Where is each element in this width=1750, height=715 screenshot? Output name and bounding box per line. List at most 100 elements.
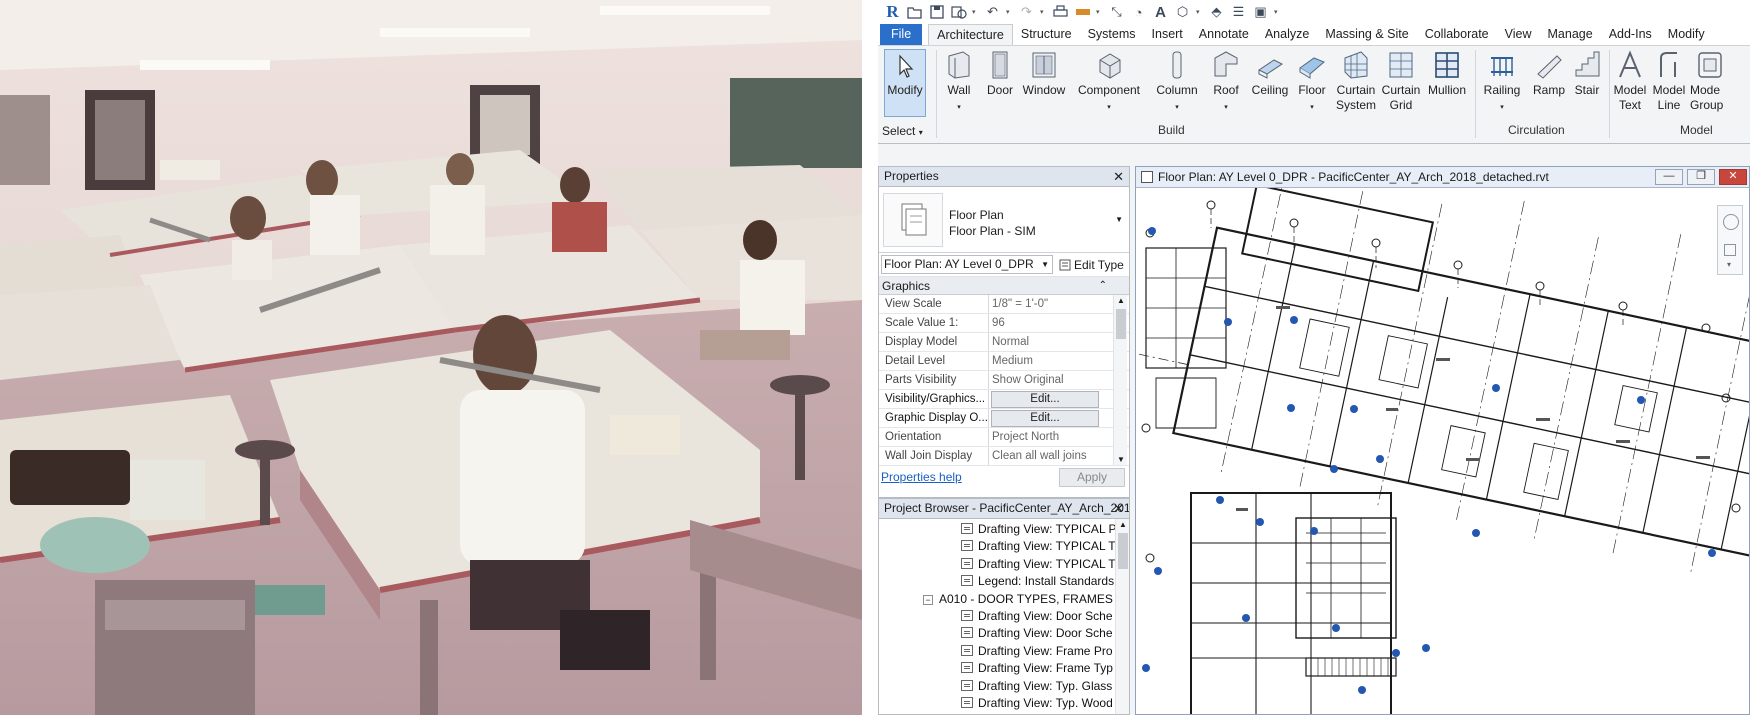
door-button[interactable]: Door: [982, 50, 1018, 98]
tab-insert[interactable]: Insert: [1144, 24, 1191, 45]
thin-lines-icon[interactable]: ☰: [1230, 4, 1247, 21]
tab-manage[interactable]: Manage: [1540, 24, 1601, 45]
model-group-button[interactable]: Mode Group: [1690, 50, 1734, 113]
scroll-down-icon[interactable]: ▼: [1117, 455, 1125, 464]
browser-scrollbar[interactable]: ▲: [1115, 519, 1129, 714]
scroll-up-icon[interactable]: ▲: [1119, 520, 1127, 529]
browser-item[interactable]: Drafting View: Frame Pro: [879, 643, 1129, 660]
floor-button[interactable]: Floor ▾: [1294, 50, 1330, 115]
print-icon[interactable]: [1052, 4, 1069, 21]
scrollbar-thumb[interactable]: [1116, 309, 1126, 339]
tab-collaborate[interactable]: Collaborate: [1417, 24, 1497, 45]
curtain-system-button[interactable]: Curtain System: [1334, 50, 1378, 113]
floor-plan-drawing[interactable]: [1136, 167, 1749, 714]
tab-view[interactable]: View: [1497, 24, 1540, 45]
property-value[interactable]: Clean all wall joins: [989, 447, 1111, 465]
browser-item[interactable]: Drafting View: TYPICAL Pl: [879, 521, 1129, 538]
modify-button[interactable]: Modify: [884, 49, 926, 117]
tab-systems[interactable]: Systems: [1080, 24, 1144, 45]
save-icon[interactable]: [928, 4, 945, 21]
edit-type-button[interactable]: Edit Type: [1059, 258, 1124, 272]
undo-dropdown[interactable]: ▾: [1006, 8, 1013, 16]
properties-help-link[interactable]: Properties help: [881, 470, 962, 484]
collapse-icon[interactable]: ⌃: [1099, 277, 1107, 295]
select-dropdown[interactable]: Select ▾: [882, 124, 932, 140]
3d-view-icon[interactable]: ⬡: [1174, 4, 1191, 21]
tab-massing-site[interactable]: Massing & Site: [1317, 24, 1416, 45]
tab-add-ins[interactable]: Add-Ins: [1601, 24, 1660, 45]
window-button[interactable]: Window: [1020, 50, 1068, 98]
ceiling-button[interactable]: Ceiling: [1248, 50, 1292, 98]
browser-item[interactable]: Drafting View: Door Sche: [879, 625, 1129, 642]
floor-plan-view[interactable]: Floor Plan: AY Level 0_DPR - PacificCent…: [1135, 166, 1750, 715]
property-value[interactable]: Medium: [989, 352, 1111, 370]
column-button[interactable]: Column ▾: [1152, 50, 1202, 115]
close-icon[interactable]: ✕: [1113, 167, 1124, 186]
scroll-up-icon[interactable]: ▲: [1117, 296, 1125, 305]
visibility-graphics-edit-button[interactable]: Edit...: [991, 391, 1099, 408]
restore-button[interactable]: ❐: [1687, 169, 1715, 185]
sync-icon[interactable]: [950, 4, 967, 21]
graphics-section-header[interactable]: Graphics ⌃: [879, 277, 1129, 295]
zoom-icon[interactable]: [1724, 244, 1736, 256]
text-icon[interactable]: A: [1152, 4, 1169, 21]
open-icon[interactable]: [906, 4, 923, 21]
browser-item[interactable]: Drafting View: Frame Typ: [879, 660, 1129, 677]
stair-button[interactable]: Stair: [1570, 50, 1604, 98]
view-selector[interactable]: Floor Plan: AY Level 0_DPR ▼: [881, 255, 1053, 274]
redo-icon[interactable]: ↷: [1018, 4, 1035, 21]
property-value[interactable]: Project North: [989, 428, 1111, 446]
properties-scrollbar[interactable]: ▲ ▼: [1113, 295, 1127, 465]
apply-button[interactable]: Apply: [1059, 468, 1125, 487]
browser-item[interactable]: − A010 - DOOR TYPES, FRAMES &: [879, 591, 1129, 608]
close-button[interactable]: ✕: [1719, 169, 1747, 185]
wall-button[interactable]: Wall ▾: [938, 50, 980, 115]
browser-item[interactable]: Drafting View: Typ. Wood: [879, 695, 1129, 712]
property-value[interactable]: 1/8" = 1'-0": [989, 295, 1111, 313]
ramp-button[interactable]: Ramp: [1530, 50, 1568, 98]
graphic-display-edit-button[interactable]: Edit...: [991, 410, 1099, 427]
browser-item[interactable]: Drafting View: Door Sche: [879, 608, 1129, 625]
curtain-grid-button[interactable]: Curtain Grid: [1380, 50, 1422, 113]
tab-annotate[interactable]: Annotate: [1191, 24, 1257, 45]
browser-item[interactable]: Drafting View: Typ. Glass: [879, 678, 1129, 695]
tab-architecture[interactable]: Architecture: [928, 24, 1013, 45]
measure-dropdown[interactable]: ▾: [1096, 8, 1103, 16]
switch-windows-icon[interactable]: ▣: [1252, 4, 1269, 21]
minimize-button[interactable]: —: [1655, 169, 1683, 185]
undo-icon[interactable]: ↶: [984, 4, 1001, 21]
tab-file[interactable]: File: [880, 24, 923, 45]
component-button[interactable]: Component ▾: [1074, 50, 1144, 115]
roof-button[interactable]: Roof ▾: [1208, 50, 1244, 115]
chevron-down-icon[interactable]: ▼: [1115, 215, 1123, 224]
railing-button[interactable]: Railing ▾: [1478, 50, 1526, 115]
type-selector[interactable]: Floor Plan Floor Plan - SIM ▼: [879, 187, 1129, 253]
steering-wheel-icon[interactable]: [1723, 214, 1739, 230]
3d-view-dropdown[interactable]: ▾: [1196, 8, 1203, 16]
collapse-icon[interactable]: −: [923, 594, 933, 605]
tab-structure[interactable]: Structure: [1013, 24, 1080, 45]
section-icon[interactable]: ⬘: [1208, 4, 1225, 21]
sync-dropdown[interactable]: ▾: [972, 8, 979, 16]
browser-item[interactable]: Legend: Install Standards: [879, 573, 1129, 590]
model-line-button[interactable]: Model Line: [1650, 50, 1688, 113]
property-value[interactable]: Normal: [989, 333, 1111, 351]
chevron-down-icon[interactable]: ▾: [1727, 260, 1731, 269]
close-icon[interactable]: ✕: [1113, 499, 1124, 518]
redo-dropdown[interactable]: ▾: [1040, 8, 1047, 16]
dimension-icon[interactable]: ⤡: [1108, 4, 1125, 21]
app-logo[interactable]: R: [884, 2, 901, 21]
model-text-button[interactable]: Model Text: [1612, 50, 1648, 113]
measure-icon[interactable]: [1074, 4, 1091, 21]
mullion-button[interactable]: Mullion: [1424, 50, 1470, 98]
property-value[interactable]: 96: [989, 314, 1111, 332]
scrollbar-thumb[interactable]: [1118, 533, 1128, 569]
tag-icon[interactable]: ◔: [1130, 4, 1147, 21]
browser-item[interactable]: Drafting View: TYPICAL T: [879, 538, 1129, 555]
tab-modify[interactable]: Modify: [1660, 24, 1713, 45]
component-label: Component: [1077, 83, 1141, 97]
browser-item[interactable]: Drafting View: TYPICAL T: [879, 556, 1129, 573]
tab-analyze[interactable]: Analyze: [1257, 24, 1317, 45]
switch-windows-dropdown[interactable]: ▾: [1274, 8, 1281, 16]
property-value[interactable]: Show Original: [989, 371, 1111, 389]
